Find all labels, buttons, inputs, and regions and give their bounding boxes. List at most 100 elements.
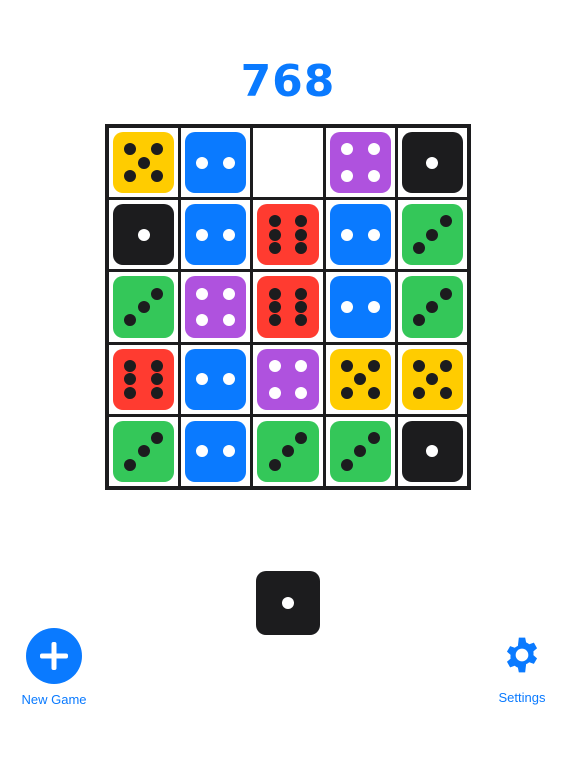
- pip: [367, 386, 380, 399]
- pip: [196, 156, 209, 169]
- settings-button[interactable]: Settings: [488, 636, 556, 705]
- next-die[interactable]: [256, 571, 320, 635]
- pip: [295, 287, 308, 300]
- pip: [340, 143, 353, 156]
- board-cell[interactable]: [397, 272, 467, 342]
- pip: [439, 215, 452, 228]
- die-2[interactable]: [185, 204, 247, 266]
- pip: [295, 242, 308, 255]
- die-1[interactable]: [401, 420, 463, 482]
- die-3[interactable]: [329, 420, 391, 482]
- die-2[interactable]: [185, 348, 247, 410]
- pip: [137, 228, 150, 241]
- pip: [412, 386, 425, 399]
- pip: [412, 314, 425, 327]
- die-2[interactable]: [329, 276, 391, 338]
- board-cell[interactable]: [325, 416, 395, 486]
- pip: [340, 228, 353, 241]
- pip: [268, 386, 281, 399]
- die-4[interactable]: [329, 132, 391, 194]
- board-cell[interactable]: [253, 272, 323, 342]
- plus-icon[interactable]: [26, 628, 82, 684]
- die-2[interactable]: [185, 420, 247, 482]
- board-cell[interactable]: [397, 200, 467, 270]
- pip: [281, 445, 294, 458]
- pip: [151, 170, 164, 183]
- pip: [196, 314, 209, 327]
- pip: [295, 228, 308, 241]
- pip: [268, 314, 281, 327]
- pip: [354, 373, 367, 386]
- die-3[interactable]: [401, 204, 463, 266]
- board-cell[interactable]: [325, 272, 395, 342]
- pip: [426, 373, 439, 386]
- die-5[interactable]: [401, 348, 463, 410]
- die-6[interactable]: [257, 276, 319, 338]
- board-cell[interactable]: [181, 200, 251, 270]
- new-game-button[interactable]: New Game: [14, 628, 94, 707]
- pip: [367, 228, 380, 241]
- pip: [196, 373, 209, 386]
- pip: [196, 228, 209, 241]
- gear-icon[interactable]: [503, 636, 541, 674]
- board-cell[interactable]: [109, 416, 179, 486]
- die-3[interactable]: [401, 276, 463, 338]
- die-4[interactable]: [257, 348, 319, 410]
- board-cell[interactable]: [397, 416, 467, 486]
- board-cell[interactable]: [181, 272, 251, 342]
- die-2[interactable]: [329, 204, 391, 266]
- board-cell[interactable]: [181, 344, 251, 414]
- die-4[interactable]: [185, 276, 247, 338]
- board-cell[interactable]: [109, 344, 179, 414]
- board-cell[interactable]: [253, 200, 323, 270]
- pip: [439, 359, 452, 372]
- pip: [223, 445, 236, 458]
- die-3[interactable]: [113, 420, 175, 482]
- pip: [340, 386, 353, 399]
- board-cell[interactable]: [253, 416, 323, 486]
- pip: [151, 143, 164, 156]
- board-cell[interactable]: [397, 344, 467, 414]
- pip: [426, 228, 439, 241]
- pip: [439, 287, 452, 300]
- die-3[interactable]: [257, 420, 319, 482]
- die-2[interactable]: [185, 132, 247, 194]
- pip: [367, 143, 380, 156]
- pip: [137, 445, 150, 458]
- pip: [426, 156, 439, 169]
- board-cell[interactable]: [181, 416, 251, 486]
- pip: [223, 314, 236, 327]
- pip: [151, 386, 164, 399]
- pip: [151, 287, 164, 300]
- die-3[interactable]: [113, 276, 175, 338]
- die-6[interactable]: [113, 348, 175, 410]
- pip: [340, 458, 353, 471]
- die-6[interactable]: [257, 204, 319, 266]
- pip: [295, 386, 308, 399]
- board-cell[interactable]: [109, 272, 179, 342]
- pip: [367, 170, 380, 183]
- game-board[interactable]: [105, 124, 471, 490]
- board-cell[interactable]: [181, 128, 251, 198]
- pip: [268, 300, 281, 313]
- pip: [268, 215, 281, 228]
- pip: [295, 314, 308, 327]
- board-cell[interactable]: [109, 128, 179, 198]
- die-1[interactable]: [256, 571, 320, 635]
- die-1[interactable]: [113, 204, 175, 266]
- pip: [196, 287, 209, 300]
- board-cell[interactable]: [253, 344, 323, 414]
- die-5[interactable]: [113, 132, 175, 194]
- board-cell[interactable]: [325, 344, 395, 414]
- board-cell[interactable]: [253, 128, 323, 198]
- die-5[interactable]: [329, 348, 391, 410]
- pip: [295, 300, 308, 313]
- board-cell[interactable]: [397, 128, 467, 198]
- board-cell[interactable]: [325, 128, 395, 198]
- pip: [124, 314, 137, 327]
- pip: [282, 597, 294, 609]
- die-1[interactable]: [401, 132, 463, 194]
- board-cell[interactable]: [325, 200, 395, 270]
- board-cell[interactable]: [109, 200, 179, 270]
- pip: [367, 300, 380, 313]
